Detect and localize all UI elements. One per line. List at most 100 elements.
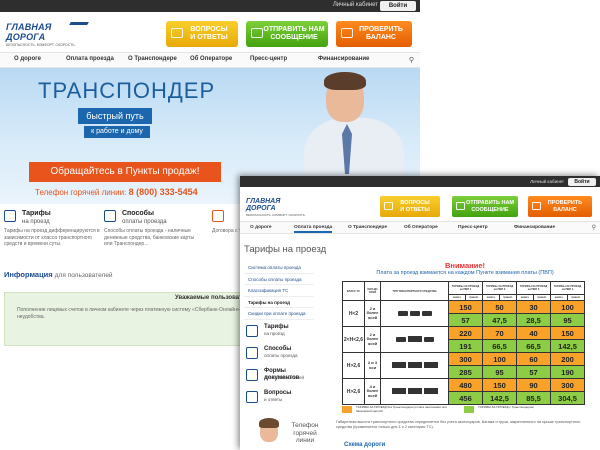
- check-balance-button[interactable]: ПРОВЕРИТЬ БАЛАНС: [528, 196, 592, 217]
- sidebar-card-payment[interactable]: Способы оплаты проезда: [246, 346, 322, 364]
- nav-item-payment[interactable]: Оплата проезда: [294, 225, 333, 233]
- personal-cabinet-link[interactable]: Личный кабинет: [530, 179, 564, 184]
- tariff-transponder: 456: [447, 391, 484, 405]
- nav-item-finance[interactable]: Финансирование: [318, 56, 369, 62]
- tariff-transponder: 95: [550, 313, 586, 327]
- tariff-icon: [246, 325, 258, 337]
- hotline-label: Телефон горячей линии:: [35, 188, 127, 197]
- service-text: Тарифы на проезд дифференцируются в зави…: [4, 228, 100, 247]
- sidebar-links: Система оплаты проезда Способы оплаты пр…: [244, 262, 314, 320]
- info-heading: Информация для пользователей: [4, 270, 113, 279]
- hero-pill-1: быстрый путь: [78, 108, 152, 124]
- document-icon: [212, 210, 224, 222]
- tariff-transponder: 28,5: [516, 313, 552, 327]
- tariff-transponder: 57: [516, 365, 552, 379]
- nav-item-transponder[interactable]: О Транспондере: [128, 56, 177, 62]
- service-tariffs[interactable]: Тарифы на проезд Тарифы на проезд диффер…: [4, 208, 104, 268]
- document-icon: [246, 369, 258, 381]
- nav-item-road[interactable]: О дороге: [250, 225, 272, 230]
- service-title: Тарифы: [22, 210, 51, 217]
- balance-label-2: БАЛАНС: [366, 34, 396, 41]
- row-axles: 2 и более осей: [364, 300, 381, 327]
- car-icon: [380, 300, 449, 327]
- site-logo[interactable]: ГЛАВНАЯ ДОРОГА БЕЗОПАСНОСТЬ. КОМФОРТ. СК…: [246, 198, 308, 218]
- road-scheme-link[interactable]: Схема дороги: [344, 442, 385, 448]
- faq-button[interactable]: ВОПРОСЫ И ОТВЕТЫ: [380, 196, 440, 217]
- sidebar-card-forms[interactable]: Формы документов для пользователей: [246, 368, 322, 386]
- search-icon[interactable]: ⚲: [592, 224, 596, 231]
- nav-item-payment[interactable]: Оплата проезда: [66, 56, 114, 62]
- hero-cta[interactable]: Обращайтесь в Пункты продаж!: [29, 162, 221, 182]
- tariff-transponder: 66,5: [516, 339, 552, 353]
- card-sub: оплаты проезда: [264, 353, 298, 358]
- chat-icon: [384, 202, 393, 210]
- tariff-cash: 30: [516, 300, 552, 314]
- row-class: H>2,6: [342, 352, 365, 379]
- site-logo[interactable]: ГЛАВНАЯ ДОРОГА БЕЗОПАСНОСТЬ. КОМФОРТ. СК…: [6, 22, 89, 47]
- tariff-cash: 40: [516, 326, 552, 340]
- hotline-block[interactable]: Телефон горячей линии: [259, 418, 320, 450]
- nav-item-operator[interactable]: Об Операторе: [404, 225, 438, 230]
- top-bar: Личный кабинет Войти: [0, 0, 420, 12]
- wallet-icon: [532, 202, 541, 210]
- col-pvp3: ТАРИФЫ ЗА ПРОЕЗД на ПВП 3: [516, 281, 552, 295]
- nav-item-finance[interactable]: Финансирование: [514, 225, 555, 230]
- tariff-table: КЛАСС ТС КОЛ-ВО ОСЕЙ ТИП ТРАНСПОРТНОГО С…: [342, 281, 586, 405]
- tariff-transponder: 285: [447, 365, 484, 379]
- nav-item-press[interactable]: Пресс-центр: [250, 56, 287, 62]
- top-bar: Личный кабинет Войти: [240, 176, 600, 187]
- tariff-cash: 60: [516, 352, 552, 366]
- tariff-cash: 70: [482, 326, 518, 340]
- service-sub: оплаты проезда: [122, 219, 167, 225]
- row-axles: 2 и более осей: [364, 326, 381, 353]
- sidebar-item-payment-system[interactable]: Система оплаты проезда: [244, 262, 314, 274]
- send-label-1: ОТПРАВИТЬ НАМ: [465, 200, 515, 206]
- tariff-transponder: 85,5: [516, 391, 552, 405]
- card-sub: и ответы: [264, 397, 283, 402]
- nav-item-press[interactable]: Пресс-центр: [458, 225, 488, 230]
- info-title: Информация: [4, 270, 53, 279]
- notice-title: Уважаемые пользовател: [175, 295, 250, 301]
- nav-item-transponder[interactable]: О Транспондере: [348, 225, 387, 230]
- col-pvp2: ТАРИФЫ ЗА ПРОЕЗД на ПВП 2: [482, 281, 518, 295]
- heavy-truck-icon: [380, 378, 449, 405]
- service-text: Способы оплаты проезда - наличные денежн…: [104, 228, 195, 247]
- sidebar-card-tariffs[interactable]: Тарифы на проезд: [246, 324, 322, 342]
- login-button[interactable]: Войти: [380, 1, 416, 11]
- faq-label-2: И ОТВЕТЫ: [400, 206, 430, 213]
- nav-item-operator[interactable]: Об Операторе: [190, 56, 232, 62]
- send-label-1: ОТПРАВИТЬ НАМ: [263, 26, 325, 33]
- tariff-transponder: 95: [482, 365, 518, 379]
- send-message-button[interactable]: ОТПРАВИТЬ НАМ СООБЩЕНИЕ: [246, 21, 328, 47]
- login-button[interactable]: Войти: [568, 177, 596, 186]
- search-icon[interactable]: ⚲: [409, 56, 414, 64]
- tariff-transponder: 142,5: [482, 391, 518, 405]
- tariff-cash: 300: [550, 378, 586, 392]
- warning-subtitle: Плата за проезд взимается на каждом Пунк…: [376, 270, 554, 276]
- service-title: Способы: [122, 210, 154, 217]
- sidebar-card-faq[interactable]: Вопросы и ответы: [246, 390, 322, 408]
- col-pvp4: ТАРИФЫ ЗА ПРОЕЗД на ПВП 4: [550, 281, 586, 295]
- personal-cabinet-link[interactable]: Личный кабинет: [333, 2, 378, 8]
- faq-label-1: ВОПРОСЫ: [190, 26, 228, 33]
- send-message-button[interactable]: ОТПРАВИТЬ НАМ СООБЩЕНИЕ: [452, 196, 518, 217]
- nav-item-road[interactable]: О дороге: [14, 56, 41, 62]
- row-class: H>2,6: [342, 378, 365, 405]
- col-vehicle: ТИП ТРАНСПОРТНОГО СРЕДСТВА: [380, 281, 449, 301]
- card-icon: [104, 210, 116, 222]
- tariff-cash: 300: [447, 352, 484, 366]
- tariff-cash: 100: [550, 300, 586, 314]
- service-payment-methods[interactable]: Способы оплаты проезда Способы оплаты пр…: [104, 208, 204, 268]
- table-row: 2<H<2,6 2 и более осей 220 70 40 150: [342, 326, 586, 353]
- tariff-legend: ТАРИФЫ ЗА ПРОЕЗД без Транспондера (оплат…: [342, 405, 584, 416]
- card-sub: на проезд: [264, 331, 285, 336]
- sidebar-item-payment-methods[interactable]: Способы оплаты проезда: [244, 274, 314, 285]
- sidebar-item-tariffs[interactable]: Тарифы на проезд: [244, 297, 314, 308]
- check-balance-button[interactable]: ПРОВЕРИТЬ БАЛАНС: [336, 21, 412, 47]
- sidebar-item-classification[interactable]: Классификация ТС: [244, 285, 314, 297]
- sidebar-item-discounts[interactable]: Скидки при оплате проезда: [244, 308, 314, 320]
- hotline-number: 8 (800) 333-5454: [128, 187, 198, 197]
- logo-name: ГЛАВНАЯ ДОРОГА: [246, 198, 281, 212]
- faq-button[interactable]: ВОПРОСЫ И ОТВЕТЫ: [166, 21, 238, 47]
- wallet-icon: [341, 28, 353, 38]
